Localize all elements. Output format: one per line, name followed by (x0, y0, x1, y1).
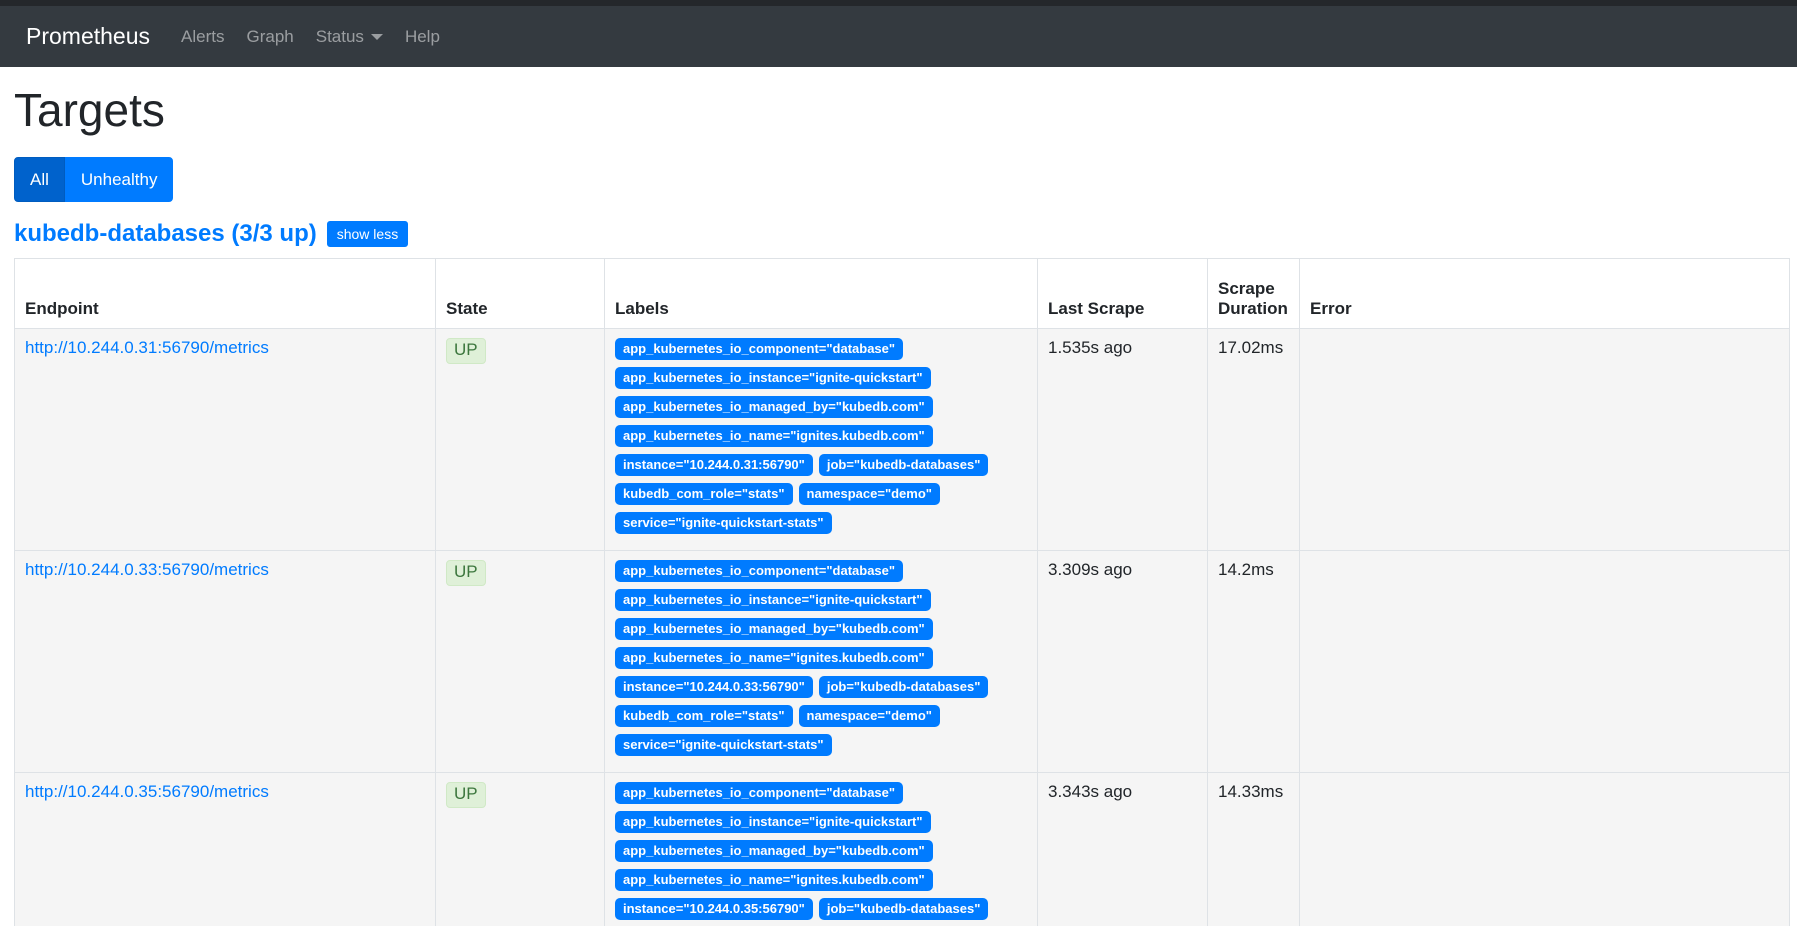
labels-list: app_kubernetes_io_component="database"ap… (615, 782, 1027, 926)
scrape-duration-value: 14.2ms (1208, 551, 1300, 773)
label-badge: app_kubernetes_io_component="database" (615, 338, 903, 360)
navbar: Prometheus Alerts Graph Status Help (0, 6, 1797, 67)
job-group-header: kubedb-databases (3/3 up) show less (14, 220, 1783, 248)
nav-item-help-label: Help (405, 27, 440, 47)
label-badge: app_kubernetes_io_instance="ignite-quick… (615, 367, 931, 389)
label-badge: app_kubernetes_io_name="ignites.kubedb.c… (615, 869, 933, 891)
state-badge: UP (446, 560, 486, 586)
navbar-nav: Alerts Graph Status Help (170, 27, 451, 47)
last-scrape-value: 3.343s ago (1038, 773, 1208, 926)
label-badge: app_kubernetes_io_managed_by="kubedb.com… (615, 840, 933, 862)
label-badge: app_kubernetes_io_component="database" (615, 560, 903, 582)
filter-all-button[interactable]: All (14, 157, 65, 203)
label-badge: app_kubernetes_io_managed_by="kubedb.com… (615, 396, 933, 418)
last-scrape-value: 1.535s ago (1038, 329, 1208, 551)
label-badge: instance="10.244.0.31:56790" (615, 454, 813, 476)
nav-item-help[interactable]: Help (394, 27, 451, 47)
nav-item-alerts[interactable]: Alerts (170, 27, 235, 47)
table-row: http://10.244.0.33:56790/metrics UP app_… (15, 551, 1790, 773)
job-group-title: kubedb-databases (3/3 up) (14, 220, 317, 248)
endpoint-link[interactable]: http://10.244.0.35:56790/metrics (25, 782, 269, 801)
label-badge: job="kubedb-databases" (819, 676, 989, 698)
error-value (1300, 551, 1790, 773)
scrape-duration-value: 14.33ms (1208, 773, 1300, 926)
label-badge: app_kubernetes_io_name="ignites.kubedb.c… (615, 425, 933, 447)
label-badge: app_kubernetes_io_component="database" (615, 782, 903, 804)
nav-item-alerts-label: Alerts (181, 27, 224, 47)
label-badge: kubedb_com_role="stats" (615, 705, 793, 727)
last-scrape-value: 3.309s ago (1038, 551, 1208, 773)
label-badge: namespace="demo" (799, 705, 940, 727)
error-value (1300, 329, 1790, 551)
table-row: http://10.244.0.35:56790/metrics UP app_… (15, 773, 1790, 926)
error-value (1300, 773, 1790, 926)
label-badge: instance="10.244.0.33:56790" (615, 676, 813, 698)
labels-list: app_kubernetes_io_component="database"ap… (615, 338, 1027, 541)
header-labels: Labels (605, 259, 1038, 329)
state-badge: UP (446, 338, 486, 364)
labels-list: app_kubernetes_io_component="database"ap… (615, 560, 1027, 763)
scrape-duration-value: 17.02ms (1208, 329, 1300, 551)
label-badge: app_kubernetes_io_name="ignites.kubedb.c… (615, 647, 933, 669)
header-endpoint: Endpoint (15, 259, 436, 329)
show-less-button[interactable]: show less (327, 221, 408, 247)
label-badge: job="kubedb-databases" (819, 898, 989, 920)
label-badge: app_kubernetes_io_managed_by="kubedb.com… (615, 618, 933, 640)
page-title: Targets (14, 85, 1783, 136)
target-filter-group: All Unhealthy (14, 157, 173, 203)
chevron-down-icon (371, 34, 383, 40)
label-badge: namespace="demo" (799, 483, 940, 505)
nav-item-graph-label: Graph (246, 27, 293, 47)
header-last-scrape: Last Scrape (1038, 259, 1208, 329)
endpoint-link[interactable]: http://10.244.0.33:56790/metrics (25, 560, 269, 579)
nav-item-graph[interactable]: Graph (235, 27, 304, 47)
header-error: Error (1300, 259, 1790, 329)
main-content: Targets All Unhealthy kubedb-databases (… (0, 85, 1797, 926)
label-badge: instance="10.244.0.35:56790" (615, 898, 813, 920)
label-badge: kubedb_com_role="stats" (615, 483, 793, 505)
nav-item-status-dropdown[interactable]: Status (305, 27, 394, 47)
endpoint-link[interactable]: http://10.244.0.31:56790/metrics (25, 338, 269, 357)
label-badge: job="kubedb-databases" (819, 454, 989, 476)
table-header-row: Endpoint State Labels Last Scrape Scrape… (15, 259, 1790, 329)
label-badge: service="ignite-quickstart-stats" (615, 734, 832, 756)
header-scrape-duration: Scrape Duration (1208, 259, 1300, 329)
state-badge: UP (446, 782, 486, 808)
nav-item-status-label: Status (316, 27, 364, 47)
label-badge: app_kubernetes_io_instance="ignite-quick… (615, 589, 931, 611)
targets-table: Endpoint State Labels Last Scrape Scrape… (14, 258, 1790, 926)
filter-unhealthy-button[interactable]: Unhealthy (65, 157, 174, 203)
label-badge: service="ignite-quickstart-stats" (615, 512, 832, 534)
table-row: http://10.244.0.31:56790/metrics UP app_… (15, 329, 1790, 551)
brand-link[interactable]: Prometheus (26, 23, 150, 50)
label-badge: app_kubernetes_io_instance="ignite-quick… (615, 811, 931, 833)
header-state: State (436, 259, 605, 329)
